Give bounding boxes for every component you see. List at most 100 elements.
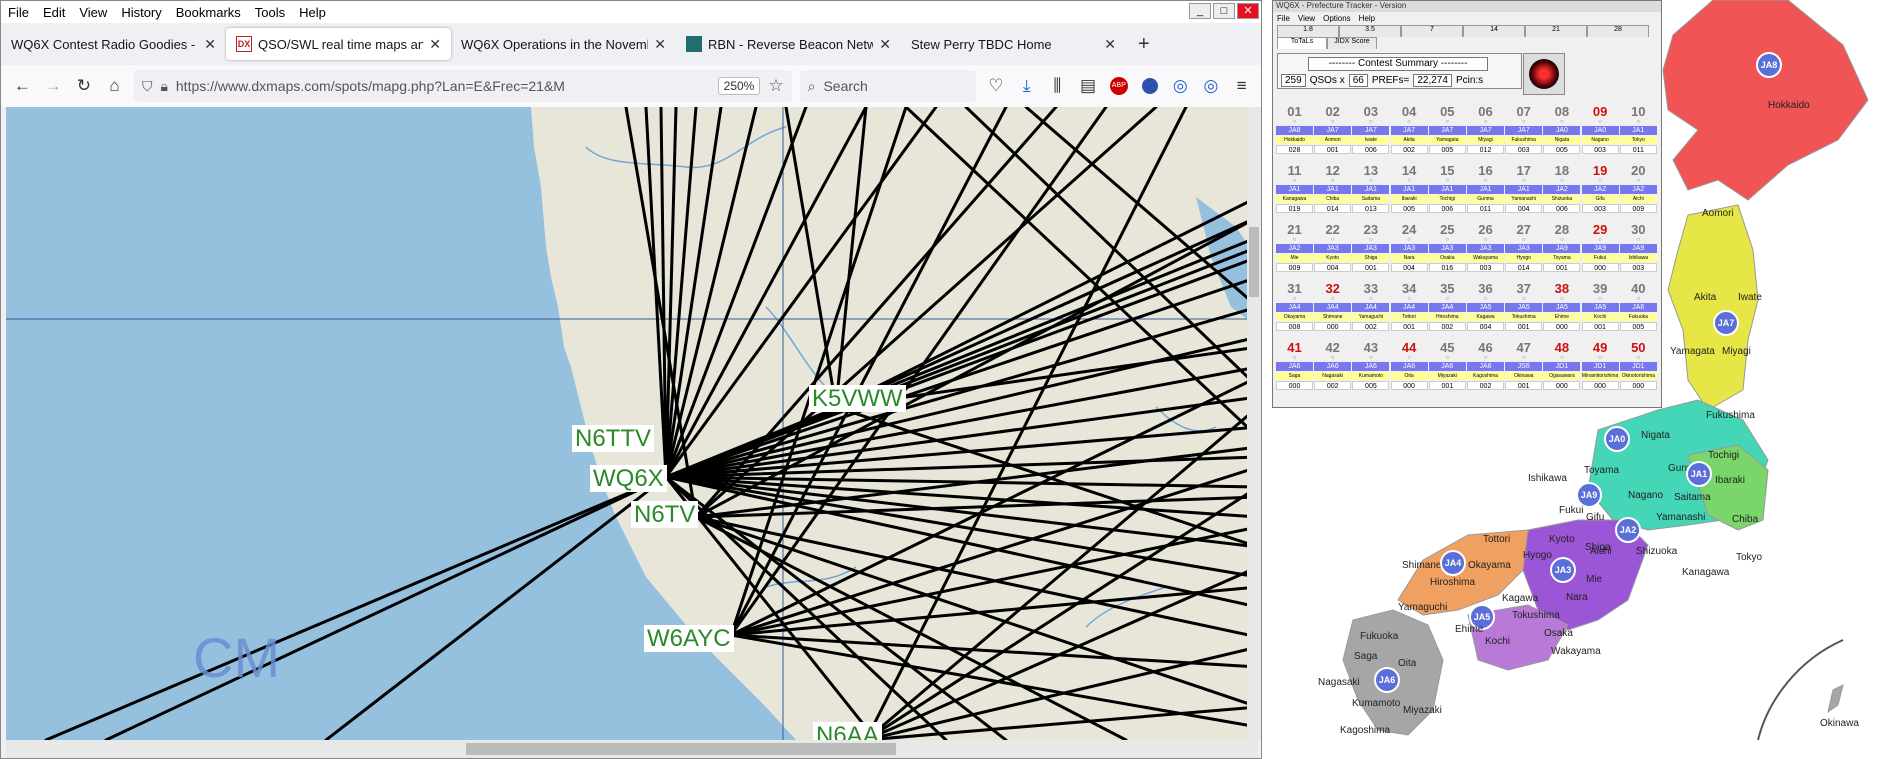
prefecture-cell[interactable]: 21 ○ JA2 Mie 009 <box>1276 222 1313 278</box>
extension-icon[interactable]: ◎ <box>1200 73 1223 99</box>
prefecture-cell[interactable]: 17 ○ JA1 Yamanashi 004 <box>1505 163 1543 219</box>
prefecture-cell[interactable]: 10 ○ JA1 Tokyo 011 <box>1619 104 1657 160</box>
prefecture-cell[interactable]: 11 ○ JA1 Kanagawa 019 <box>1276 163 1313 219</box>
tab-stew-perry[interactable]: Stew Perry TBDC Home ✕ <box>901 28 1126 60</box>
tab-jidx-score[interactable]: JIDX Score <box>1327 37 1377 49</box>
prefecture-cell[interactable]: 43 ○ JA6 Kumamoto 005 <box>1352 340 1390 396</box>
prefecture-cell[interactable]: 22 ○ JA3 Kyoto 004 <box>1314 222 1352 278</box>
prefecture-cell[interactable]: 30 ○ JA9 Ishikawa 003 <box>1619 222 1657 278</box>
sidebar-icon[interactable]: ▤ <box>1077 73 1100 99</box>
tab-goodies[interactable]: WQ6X Contest Radio Goodies - 2021 ✕ <box>1 28 226 60</box>
alarm-light-icon[interactable] <box>1523 53 1565 95</box>
prefecture-cell[interactable]: 47 ○ JS6 Okinawa 001 <box>1505 340 1543 396</box>
tracker-menu-options[interactable]: Options <box>1323 14 1351 23</box>
forward-icon[interactable]: → <box>42 73 65 99</box>
prefecture-cell[interactable]: 33 ○ JA4 Yamaguchi 002 <box>1352 281 1390 337</box>
tab-band[interactable]: 14 <box>1463 25 1525 37</box>
callsign-marker[interactable]: N6AA <box>813 722 882 740</box>
close-tab-icon[interactable]: ✕ <box>204 36 216 53</box>
new-tab-icon[interactable]: + <box>1126 33 1162 56</box>
tab-band[interactable]: 7 <box>1401 25 1463 37</box>
prefecture-cell[interactable]: 03 ○ JA7 Iwate 006 <box>1352 104 1390 160</box>
prefecture-cell[interactable]: 38 ○ JA5 Ehime 000 <box>1543 281 1581 337</box>
prefecture-cell[interactable]: 08 ○ JA0 Nigata 005 <box>1543 104 1581 160</box>
prefecture-cell[interactable]: 24 ○ JA3 Nara 004 <box>1390 222 1428 278</box>
extension-icon[interactable] <box>1138 73 1161 99</box>
shield-icon[interactable]: ⛉ <box>142 78 153 95</box>
prefecture-cell[interactable]: 26 ○ JA3 Wakayama 003 <box>1467 222 1504 278</box>
menu-history[interactable]: History <box>114 5 168 20</box>
back-icon[interactable]: ← <box>11 73 34 99</box>
home-icon[interactable]: ⌂ <box>103 73 126 99</box>
prefecture-cell[interactable]: 13 ○ JA1 Saitama 013 <box>1352 163 1390 219</box>
tab-rbn[interactable]: RBN - Reverse Beacon Network ✕ <box>676 28 901 60</box>
search-input[interactable]: ⌕ Search <box>799 70 977 102</box>
prefecture-cell[interactable]: 14 ○ JA1 Ibaraki 005 <box>1390 163 1428 219</box>
prefecture-cell[interactable]: 04 ○ JA7 Akita 002 <box>1390 104 1428 160</box>
prefecture-cell[interactable]: 28 ○ JA9 Toyama 001 <box>1543 222 1581 278</box>
callsign-marker[interactable]: W6AYC <box>644 625 734 652</box>
prefecture-cell[interactable]: 32 ○ JA4 Shimane 000 <box>1314 281 1352 337</box>
callsign-marker[interactable]: WQ6X <box>590 465 667 492</box>
close-tab-icon[interactable]: ✕ <box>654 36 666 53</box>
prefecture-cell[interactable]: 07 ○ JA7 Fukushima 003 <box>1505 104 1543 160</box>
menu-view[interactable]: View <box>72 5 114 20</box>
menu-edit[interactable]: Edit <box>36 5 72 20</box>
prefecture-cell[interactable]: 01 ○ JA8 Hokkaido 028 <box>1276 104 1313 160</box>
prefecture-cell[interactable]: 36 ○ JA5 Kagawa 004 <box>1467 281 1504 337</box>
tab-november[interactable]: WQ6X Operations in the November ✕ <box>451 28 676 60</box>
tab-band[interactable]: 21 <box>1525 25 1587 37</box>
prefecture-cell[interactable]: 09 ○ JA0 Nagano 003 <box>1581 104 1619 160</box>
reload-icon[interactable]: ↻ <box>72 73 95 99</box>
url-bar[interactable]: ⛉ 🔒︎ https://www.dxmaps.com/spots/mapg.p… <box>133 70 792 102</box>
prefecture-cell[interactable]: 41 ○ JA6 Saga 000 <box>1276 340 1313 396</box>
prefecture-cell[interactable]: 29 ○ JA9 Fukui 000 <box>1581 222 1619 278</box>
prefecture-cell[interactable]: 44 ○ JA6 Oita 000 <box>1390 340 1428 396</box>
prefecture-cell[interactable]: 37 ○ JA5 Tokushima 001 <box>1505 281 1543 337</box>
tab-band[interactable]: 1.8 <box>1277 25 1339 37</box>
extension-icon[interactable]: ◎ <box>1169 73 1192 99</box>
prefecture-cell[interactable]: 20 ○ JA2 Aichi 009 <box>1619 163 1657 219</box>
tab-band[interactable]: 3.5 <box>1339 25 1401 37</box>
prefecture-cell[interactable]: 12 ○ JA1 Chiba 014 <box>1314 163 1352 219</box>
prefecture-cell[interactable]: 19 ○ JA2 Gifu 003 <box>1581 163 1619 219</box>
close-tab-icon[interactable]: ✕ <box>879 36 891 53</box>
callsign-marker[interactable]: N6TTV <box>572 425 655 452</box>
prefecture-cell[interactable]: 50 ○ JD1 Okinotorishima 000 <box>1619 340 1657 396</box>
zoom-level[interactable]: 250% <box>717 77 761 95</box>
close-window-button[interactable]: ✕ <box>1237 3 1259 19</box>
library-icon[interactable]: ⫼ <box>1046 73 1069 99</box>
prefecture-cell[interactable]: 02 ○ JA7 Aomori 001 <box>1314 104 1352 160</box>
lock-icon[interactable]: 🔒︎ <box>160 78 167 95</box>
close-tab-icon[interactable]: ✕ <box>429 36 441 53</box>
adblock-icon[interactable]: ABP <box>1107 73 1130 99</box>
tab-band[interactable]: 28 <box>1587 25 1649 37</box>
prefecture-cell[interactable]: 35 ○ JA4 Hiroshima 002 <box>1428 281 1466 337</box>
prefecture-cell[interactable]: 48 ○ JD1 Ogasawara 000 <box>1543 340 1581 396</box>
prefecture-cell[interactable]: 05 ○ JA7 Yamagata 005 <box>1428 104 1466 160</box>
prefecture-cell[interactable]: 23 ○ JA3 Shiga 001 <box>1352 222 1390 278</box>
menu-tools[interactable]: Tools <box>248 5 292 20</box>
tracker-menu-view[interactable]: View <box>1298 14 1315 23</box>
callsign-marker[interactable]: K5VWW <box>809 385 906 412</box>
url-text[interactable]: https://www.dxmaps.com/spots/mapg.php?La… <box>176 78 710 94</box>
prefecture-cell[interactable]: 16 ○ JA1 Gunma 011 <box>1467 163 1504 219</box>
bookmark-star-icon[interactable]: ☆ <box>768 76 783 96</box>
prefecture-cell[interactable]: 25 ○ JA3 Osaka 016 <box>1428 222 1466 278</box>
tab-dxmaps[interactable]: DX QSO/SWL real time maps and li ✕ <box>226 28 451 60</box>
pocket-icon[interactable]: ♡ <box>984 73 1007 99</box>
minimize-button[interactable]: _ <box>1189 3 1211 19</box>
prefecture-cell[interactable]: 42 ○ JA6 Nagasaki 002 <box>1314 340 1352 396</box>
maximize-button[interactable]: □ <box>1213 3 1235 19</box>
download-icon[interactable]: ⤓ <box>1015 73 1038 99</box>
menu-hamburger-icon[interactable]: ≡ <box>1230 73 1253 99</box>
menu-help[interactable]: Help <box>292 5 333 20</box>
prefecture-cell[interactable]: 18 ○ JA2 Shizuoka 006 <box>1543 163 1581 219</box>
vertical-scrollbar[interactable] <box>1247 107 1261 740</box>
callsign-marker[interactable]: N6TV <box>631 501 699 528</box>
prefecture-cell[interactable]: 45 ○ JA6 Miyazaki 001 <box>1428 340 1466 396</box>
horizontal-scrollbar[interactable] <box>6 740 1258 758</box>
prefecture-cell[interactable]: 46 ○ JA6 Kagoshima 002 <box>1467 340 1504 396</box>
tab-totals[interactable]: ToTaLs <box>1277 37 1327 49</box>
prefecture-cell[interactable]: 39 ○ JA5 Kochi 001 <box>1581 281 1619 337</box>
